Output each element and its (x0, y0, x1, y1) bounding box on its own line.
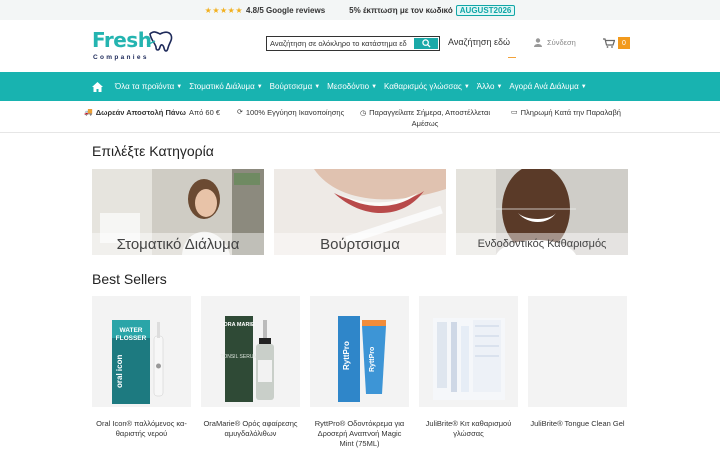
tongue-kit-image (433, 318, 505, 400)
box-text: WATER (120, 327, 143, 334)
nav-item-all-products[interactable]: Όλα τα προϊόντα ▼ (115, 82, 182, 91)
product-name[interactable]: OraMarie® Ορός αφαίρεσης αμυγδαλόλιθων (201, 419, 300, 439)
nav-item-mouthwash[interactable]: Στοματικό Διάλυμα ▼ (189, 82, 262, 91)
home-link[interactable] (92, 81, 103, 92)
cart-icon (603, 38, 615, 48)
nav-item-other[interactable]: Άλλο ▼ (477, 82, 503, 91)
cart-count: 0 (618, 37, 630, 49)
clock-icon: ◷ (360, 110, 367, 117)
promo-bar: ★★★★★ 4.8/5 Google reviews 5% έκπτωση με… (0, 0, 720, 20)
cart-button[interactable]: 0 (603, 37, 630, 49)
product-name[interactable]: JuliBrite® Κιτ καθαρισμού γλώσσας (419, 419, 518, 439)
search-box (266, 36, 440, 51)
nav-item-tongue-cleaning[interactable]: Καθαρισμός γλώσσας ▼ (384, 82, 470, 91)
search-input[interactable] (267, 37, 415, 50)
category-label: Βούρτσισμα (274, 233, 446, 255)
category-brushing[interactable]: Βούρτσισμα (274, 169, 446, 255)
product-card[interactable]: ORA MARIE TONSIL SERUM OraMarie® Ορός αφ… (201, 296, 300, 439)
home-icon (92, 81, 103, 92)
search-button[interactable] (414, 38, 438, 49)
tooth-logo-icon (146, 31, 173, 52)
box-text: RyttPro (342, 341, 351, 370)
product-name[interactable]: Oral Icon® παλλόμενος κα-θαριστής νερού (92, 419, 191, 439)
truck-icon: 🚚 (84, 109, 93, 116)
product-image[interactable] (419, 296, 518, 407)
category-mouthwash[interactable]: Στοματικό Διάλυμα (92, 169, 264, 255)
box-text: FLOSSER (116, 335, 147, 342)
login-label: Σύνδεση (547, 38, 576, 47)
chevron-down-icon: ▼ (314, 83, 321, 90)
chevron-down-icon: ▼ (463, 83, 470, 90)
product-name[interactable]: RyttPro® Οδοντόκρεμα για Δροσερή Αναπνοή… (310, 419, 409, 449)
product-card[interactable]: JuliBrite® Κιτ καθαρισμού γλώσσας (419, 296, 518, 439)
product-card[interactable]: JuliBrite® Tongue Clean Gel (528, 296, 627, 429)
search-hint-arrow (508, 57, 516, 58)
rating-stars: ★★★★★ (204, 5, 243, 15)
user-icon (534, 38, 542, 47)
chevron-down-icon: ▼ (256, 83, 263, 90)
satisfaction-guarantee: ⟳ 100% Εγγύηση Ικανοποίησης (237, 108, 345, 117)
brand-text: oral icon (115, 355, 124, 388)
box-text: ORA MARIE (223, 322, 255, 328)
benefits-strip: 🚚 Δωρεάν Αποστολή Πάνω Από 60 € ⟳ 100% Ε… (0, 101, 720, 133)
chevron-down-icon: ▼ (371, 83, 378, 90)
google-rating[interactable]: 4.8/5 Google reviews (246, 6, 325, 15)
site-header: Fresh Companies Αναζήτηση εδώ Σύνδεση (0, 20, 720, 72)
product-image[interactable]: ORA MARIE TONSIL SERUM (201, 296, 300, 407)
chevron-down-icon: ▼ (176, 83, 183, 90)
product-image[interactable]: WATER FLOSSER oral icon (92, 296, 191, 407)
water-flosser-image: WATER FLOSSER oral icon (112, 320, 164, 404)
chevron-down-icon: ▼ (496, 83, 503, 90)
nav-item-shop-by-solution[interactable]: Αγορά Ανά Διάλυμα ▼ (509, 82, 586, 91)
categories-title: Επιλέξτε Κατηγορία (92, 143, 214, 159)
refresh-icon: ⟳ (237, 109, 243, 116)
search-icon (421, 39, 431, 48)
product-card[interactable]: WATER FLOSSER oral icon Oral Icon® παλλό… (92, 296, 191, 439)
login-link[interactable]: Σύνδεση (534, 38, 576, 47)
product-card[interactable]: RyttPro RyttPro RyttPro® Οδοντόκρεμα για… (310, 296, 409, 449)
tonsil-serum-image: ORA MARIE TONSIL SERUM (220, 316, 274, 402)
category-label: Ενδοδοντικός Καθαρισμός (456, 233, 628, 255)
brand-text: RyttPro (369, 347, 376, 372)
logo-wordmark: Fresh (92, 28, 152, 52)
card-icon: ▭ (511, 109, 518, 116)
cash-on-delivery: ▭ Πληρωμή Κατά την Παραλαβή (511, 108, 621, 117)
search-hint: Αναζήτηση εδώ (448, 37, 511, 47)
free-shipping: 🚚 Δωρεάν Αποστολή Πάνω Από 60 € (84, 108, 221, 117)
logo[interactable]: Fresh Companies (92, 28, 178, 64)
toothpaste-image: RyttPro RyttPro (338, 316, 386, 402)
nav-item-brushing[interactable]: Βούρτσισμα ▼ (270, 82, 320, 91)
nav-item-interdental[interactable]: Μεσοδόντιο ▼ (327, 82, 377, 91)
bestsellers-title: Best Sellers (92, 271, 167, 287)
promo-text: 5% έκπτωση με τον κωδικό (349, 5, 453, 15)
category-label: Στοματικό Διάλυμα (92, 233, 264, 255)
logo-subtitle: Companies (93, 54, 149, 61)
brand-text: TONSIL SERUM (220, 354, 257, 360)
fast-dispatch: ◷ Παραγγείλατε Σήμερα, Αποστέλλεται Αμέσω… (360, 108, 491, 128)
main-nav: Όλα τα προϊόντα ▼ Στοματικό Διάλυμα ▼ Βούρ… (0, 72, 720, 101)
product-name[interactable]: JuliBrite® Tongue Clean Gel (528, 419, 627, 429)
product-image[interactable] (528, 296, 627, 407)
promo-code[interactable]: AUGUST2026 (455, 4, 516, 16)
chevron-down-icon: ▼ (580, 83, 587, 90)
product-image[interactable]: RyttPro RyttPro (310, 296, 409, 407)
category-interdental[interactable]: Ενδοδοντικός Καθαρισμός (456, 169, 628, 255)
